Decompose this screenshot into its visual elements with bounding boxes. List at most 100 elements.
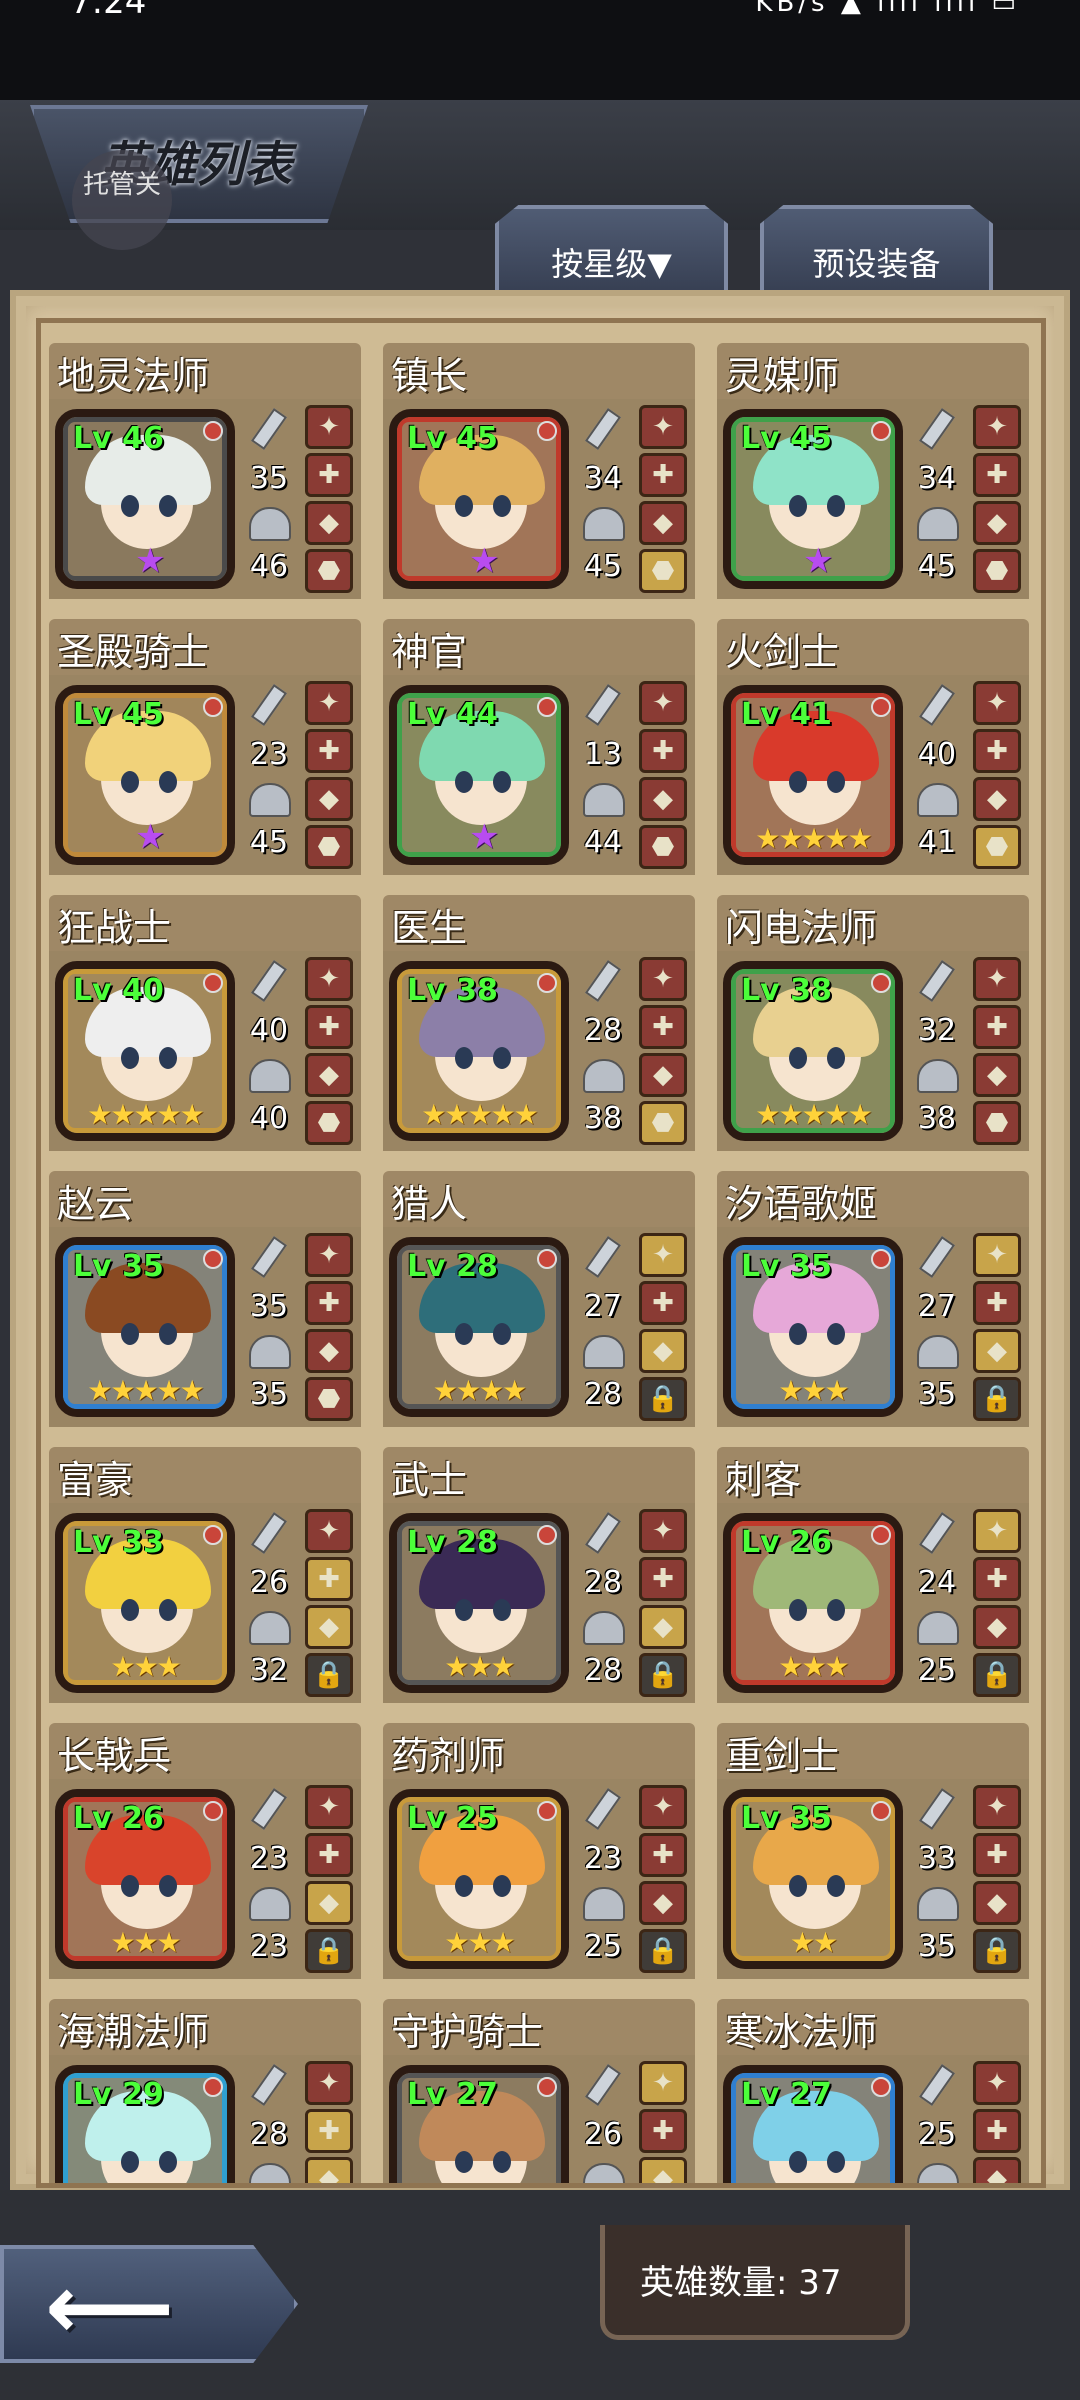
locked-slot-icon[interactable]: 🔒 — [305, 1929, 353, 1973]
hero-portrait[interactable]: Lv 35 ★★★ — [723, 1237, 903, 1417]
equipment-slot[interactable]: ◆ — [973, 1881, 1021, 1925]
equipment-slot[interactable]: ✦ — [639, 957, 687, 1001]
equipment-slot[interactable]: ✦ — [305, 1785, 353, 1829]
hero-portrait[interactable]: Lv 35 ★★★★★ — [55, 1237, 235, 1417]
hero-card[interactable]: 海潮法师 Lv 29 28 ✦✚◆🔒 — [49, 1999, 361, 2183]
equipment-slot[interactable]: ✚ — [639, 1557, 687, 1601]
trustee-toggle-button[interactable]: 托管关 — [72, 150, 172, 250]
equipment-slot[interactable]: ✦ — [305, 681, 353, 725]
equipment-slot[interactable]: ✚ — [973, 729, 1021, 773]
equipment-slot[interactable]: ✦ — [973, 405, 1021, 449]
hero-card[interactable]: 地灵法师 Lv 46 ★ 35 46 ✦ ✚ ◆ ⬣ — [49, 343, 361, 603]
hero-portrait[interactable]: Lv 25 ★★★ — [389, 1789, 569, 1969]
hero-card[interactable]: 汐语歌姬 Lv 35 ★★★ 27 35 ✦ ✚ ◆ 🔒 — [717, 1171, 1029, 1431]
equipment-slot[interactable]: ⬣ — [305, 549, 353, 593]
locked-slot-icon[interactable]: 🔒 — [973, 1929, 1021, 1973]
equipment-slot[interactable]: ✦ — [639, 1509, 687, 1553]
equipment-slot[interactable]: ✦ — [305, 1509, 353, 1553]
equipment-slot[interactable]: ✦ — [305, 957, 353, 1001]
hero-card[interactable]: 猎人 Lv 28 ★★★★ 27 28 ✦ ✚ ◆ 🔒 — [383, 1171, 695, 1431]
locked-slot-icon[interactable]: 🔒 — [639, 1377, 687, 1421]
hero-portrait[interactable]: Lv 28 ★★★ — [389, 1513, 569, 1693]
equipment-slot[interactable]: ◆ — [639, 1881, 687, 1925]
hero-card[interactable]: 神官 Lv 44 ★ 13 44 ✦ ✚ ◆ ⬣ — [383, 619, 695, 879]
equipment-slot[interactable]: ⬣ — [305, 1377, 353, 1421]
sort-by-star-button[interactable]: 按星级▼ — [495, 205, 728, 299]
hero-portrait[interactable]: Lv 29 — [55, 2065, 235, 2183]
equipment-slot[interactable]: ⬣ — [639, 825, 687, 869]
hero-card[interactable]: 圣殿骑士 Lv 45 ★ 23 45 ✦ ✚ ◆ ⬣ — [49, 619, 361, 879]
equipment-slot[interactable]: ⬣ — [973, 825, 1021, 869]
hero-card[interactable]: 药剂师 Lv 25 ★★★ 23 25 ✦ ✚ ◆ 🔒 — [383, 1723, 695, 1983]
equipment-slot[interactable]: ✦ — [639, 2061, 687, 2105]
equipment-slot[interactable]: ✚ — [639, 453, 687, 497]
equipment-slot[interactable]: ◆ — [639, 1605, 687, 1649]
hero-portrait[interactable]: Lv 41 ★★★★★ — [723, 685, 903, 865]
equipment-slot[interactable]: ✦ — [305, 2061, 353, 2105]
equipment-slot[interactable]: ✚ — [639, 1833, 687, 1877]
equipment-slot[interactable]: ✦ — [639, 405, 687, 449]
hero-card[interactable]: 守护骑士 Lv 27 26 ✦✚◆🔒 — [383, 1999, 695, 2183]
equipment-slot[interactable]: ✚ — [305, 1557, 353, 1601]
equipment-slot[interactable]: ◆ — [305, 1053, 353, 1097]
locked-slot-icon[interactable]: 🔒 — [305, 1653, 353, 1697]
equipment-slot[interactable]: ◆ — [639, 1053, 687, 1097]
equipment-slot[interactable]: ✚ — [639, 729, 687, 773]
equipment-slot[interactable]: ✚ — [973, 1833, 1021, 1877]
equipment-slot[interactable]: ◆ — [973, 1329, 1021, 1373]
hero-card[interactable]: 武士 Lv 28 ★★★ 28 28 ✦ ✚ ◆ 🔒 — [383, 1447, 695, 1707]
hero-portrait[interactable]: Lv 40 ★★★★★ — [55, 961, 235, 1141]
hero-portrait[interactable]: Lv 38 ★★★★★ — [723, 961, 903, 1141]
equipment-slot[interactable]: ⬣ — [305, 1101, 353, 1145]
locked-slot-icon[interactable]: 🔒 — [639, 1929, 687, 1973]
preset-equipment-button[interactable]: 预设装备 — [760, 205, 993, 299]
equipment-slot[interactable]: ◆ — [305, 1881, 353, 1925]
hero-portrait[interactable]: Lv 38 ★★★★★ — [389, 961, 569, 1141]
equipment-slot[interactable]: ✚ — [305, 1005, 353, 1049]
hero-card[interactable]: 灵媒师 Lv 45 ★ 34 45 ✦ ✚ ◆ ⬣ — [717, 343, 1029, 603]
equipment-slot[interactable]: ✚ — [973, 2109, 1021, 2153]
locked-slot-icon[interactable]: 🔒 — [973, 1377, 1021, 1421]
equipment-slot[interactable]: ✦ — [639, 1233, 687, 1277]
hero-card[interactable]: 刺客 Lv 26 ★★★ 24 25 ✦ ✚ ◆ 🔒 — [717, 1447, 1029, 1707]
equipment-slot[interactable]: ◆ — [305, 2157, 353, 2183]
equipment-slot[interactable]: ✚ — [305, 1833, 353, 1877]
hero-portrait[interactable]: Lv 45 ★ — [389, 409, 569, 589]
equipment-slot[interactable]: ✦ — [639, 681, 687, 725]
hero-portrait[interactable]: Lv 27 — [723, 2065, 903, 2183]
locked-slot-icon[interactable]: 🔒 — [639, 1653, 687, 1697]
equipment-slot[interactable]: ◆ — [305, 1605, 353, 1649]
hero-card[interactable]: 火剑士 Lv 41 ★★★★★ 40 41 ✦ ✚ ◆ ⬣ — [717, 619, 1029, 879]
hero-portrait[interactable]: Lv 26 ★★★ — [55, 1789, 235, 1969]
equipment-slot[interactable]: ⬣ — [639, 1101, 687, 1145]
hero-card[interactable]: 寒冰法师 Lv 27 25 ✦✚◆🔒 — [717, 1999, 1029, 2183]
equipment-slot[interactable]: ✚ — [305, 1281, 353, 1325]
equipment-slot[interactable]: ✦ — [973, 681, 1021, 725]
equipment-slot[interactable]: ◆ — [973, 2157, 1021, 2183]
equipment-slot[interactable]: ⬣ — [973, 549, 1021, 593]
equipment-slot[interactable]: ◆ — [639, 2157, 687, 2183]
equipment-slot[interactable]: ✦ — [305, 405, 353, 449]
equipment-slot[interactable]: ◆ — [973, 1053, 1021, 1097]
equipment-slot[interactable]: ✦ — [973, 1233, 1021, 1277]
hero-portrait[interactable]: Lv 28 ★★★★ — [389, 1237, 569, 1417]
equipment-slot[interactable]: ⬣ — [639, 549, 687, 593]
equipment-slot[interactable]: ✚ — [973, 1557, 1021, 1601]
hero-card[interactable]: 闪电法师 Lv 38 ★★★★★ 32 38 ✦ ✚ ◆ ⬣ — [717, 895, 1029, 1155]
equipment-slot[interactable]: ◆ — [305, 777, 353, 821]
equipment-slot[interactable]: ◆ — [639, 501, 687, 545]
hero-portrait[interactable]: Lv 46 ★ — [55, 409, 235, 589]
equipment-slot[interactable]: ✚ — [305, 2109, 353, 2153]
hero-portrait[interactable]: Lv 26 ★★★ — [723, 1513, 903, 1693]
equipment-slot[interactable]: ✚ — [305, 729, 353, 773]
equipment-slot[interactable]: ✚ — [973, 453, 1021, 497]
hero-portrait[interactable]: Lv 33 ★★★ — [55, 1513, 235, 1693]
hero-portrait[interactable]: Lv 45 ★ — [723, 409, 903, 589]
equipment-slot[interactable]: ✚ — [639, 1005, 687, 1049]
equipment-slot[interactable]: ✦ — [305, 1233, 353, 1277]
hero-card[interactable]: 赵云 Lv 35 ★★★★★ 35 35 ✦ ✚ ◆ ⬣ — [49, 1171, 361, 1431]
equipment-slot[interactable]: ◆ — [305, 501, 353, 545]
equipment-slot[interactable]: ✦ — [973, 1785, 1021, 1829]
equipment-slot[interactable]: ◆ — [639, 777, 687, 821]
equipment-slot[interactable]: ✚ — [305, 453, 353, 497]
